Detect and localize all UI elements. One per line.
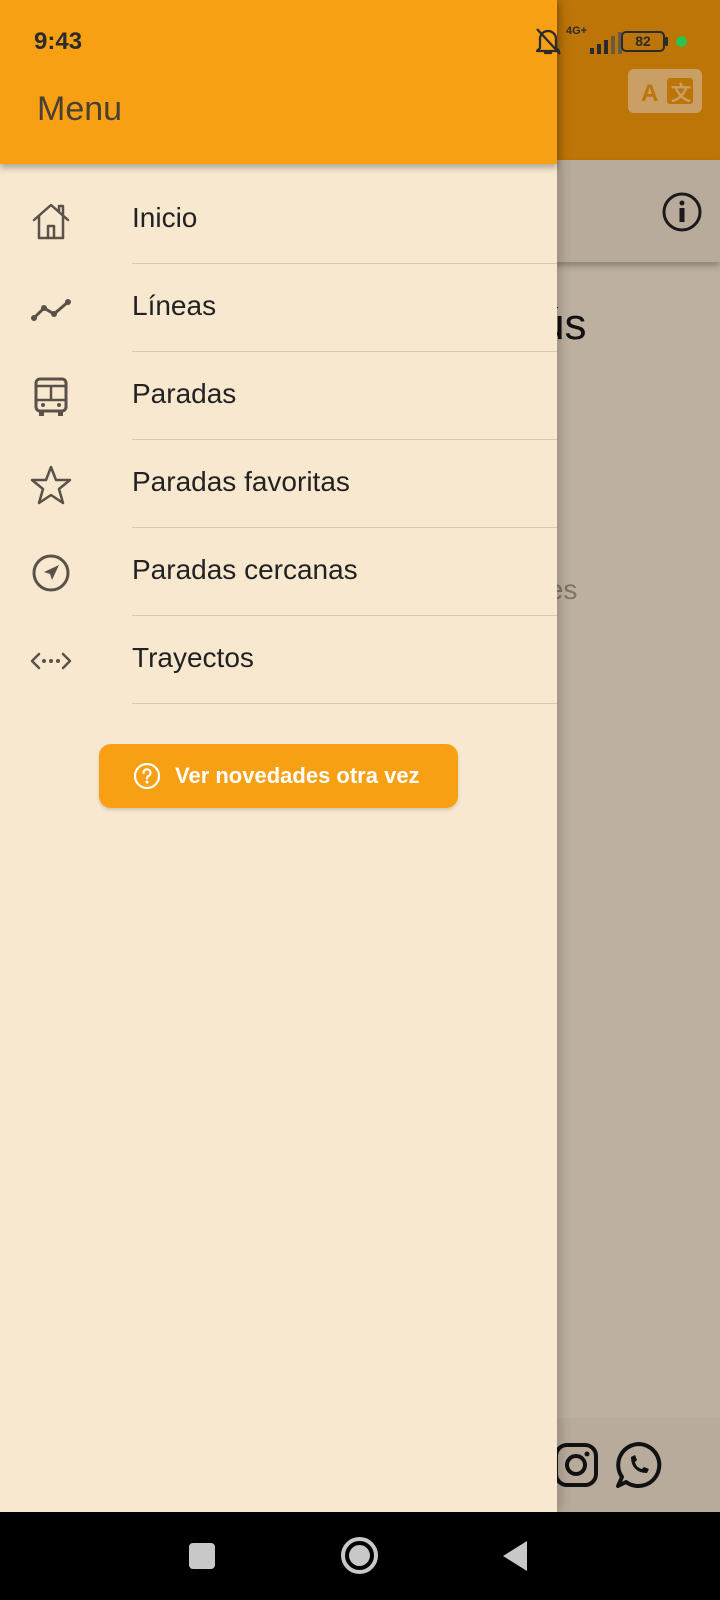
menu-item-inicio[interactable]: Inicio [0, 176, 557, 264]
menu-item-paradas-cercanas[interactable]: Paradas cercanas [0, 528, 557, 616]
menu-item-label: Trayectos [132, 642, 254, 673]
menu-item-lineas[interactable]: Líneas [0, 264, 557, 352]
info-icon[interactable] [660, 190, 704, 234]
ver-novedades-label: Ver novedades otra vez [175, 763, 420, 788]
trip-arrows-icon [30, 640, 72, 682]
drawer-menu: Inicio Líneas Paradas Paradas favoritas … [0, 176, 557, 704]
instagram-icon[interactable] [553, 1442, 599, 1488]
battery-tip [665, 37, 668, 46]
menu-item-label: Paradas cercanas [132, 554, 358, 585]
route-line-icon [30, 288, 72, 330]
network-type: 4G+ [566, 25, 588, 37]
help-circle-icon [133, 762, 161, 790]
svg-text:文: 文 [671, 81, 692, 105]
menu-item-trayectos[interactable]: Trayectos [0, 616, 557, 704]
menu-item-label: Inicio [132, 202, 198, 233]
signal-icon [590, 32, 622, 54]
menu-item-label: Paradas [132, 378, 237, 409]
drawer-title: Menu [37, 90, 123, 128]
back-icon[interactable] [503, 1541, 527, 1571]
translate-icon[interactable]: A 文 [628, 69, 702, 113]
star-icon [30, 464, 72, 506]
home-icon [30, 200, 72, 242]
bell-off-icon [535, 28, 561, 55]
status-bar-right: 4G+ 82 [530, 24, 720, 60]
recent-apps-icon[interactable] [189, 1543, 215, 1569]
battery-icon: 82 [621, 31, 665, 52]
divider [132, 703, 557, 704]
menu-item-paradas[interactable]: Paradas [0, 352, 557, 440]
home-button-icon[interactable] [341, 1537, 378, 1574]
menu-item-label: Líneas [132, 290, 217, 321]
navigation-icon [30, 552, 72, 594]
menu-item-label: Paradas favoritas [132, 466, 350, 497]
whatsapp-icon[interactable] [614, 1440, 664, 1490]
drawer-header: 9:43 Menu [0, 0, 557, 164]
bus-icon [30, 376, 72, 418]
status-time: 9:43 [34, 28, 83, 55]
ver-novedades-button[interactable]: Ver novedades otra vez [99, 744, 458, 808]
svg-text:A: A [641, 80, 658, 107]
privacy-indicator-dot [676, 36, 687, 47]
navigation-drawer: 9:43 Menu Inicio Líneas Paradas Paradas … [0, 0, 557, 1512]
menu-item-paradas-favoritas[interactable]: Paradas favoritas [0, 440, 557, 528]
